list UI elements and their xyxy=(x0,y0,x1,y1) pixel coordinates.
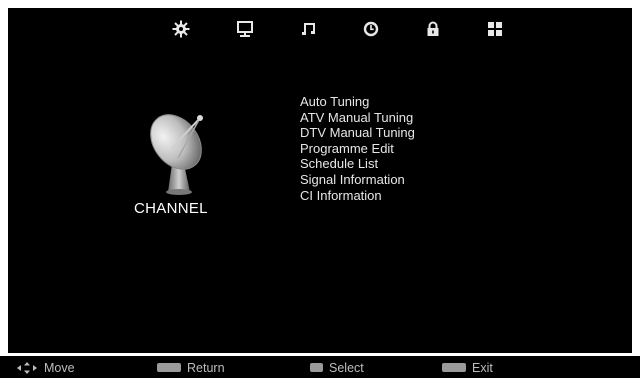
key-hint-bar: Move Return Select Exit xyxy=(0,356,640,378)
channel-menu: Auto Tuning ATV Manual Tuning DTV Manual… xyxy=(300,94,415,203)
channel-section: CHANNEL xyxy=(130,104,240,224)
exit-key-icon xyxy=(442,363,466,372)
hint-move-label: Move xyxy=(44,360,75,375)
hint-select: Select xyxy=(310,360,364,375)
menu-key-icon xyxy=(157,363,181,372)
lock-icon[interactable] xyxy=(422,18,444,40)
hint-return-label: Return xyxy=(187,360,225,375)
menu-item-schedule-list[interactable]: Schedule List xyxy=(300,156,415,172)
hint-exit-label: Exit xyxy=(472,360,493,375)
hint-move: Move xyxy=(16,360,75,375)
menu-item-ci-information[interactable]: CI Information xyxy=(300,188,415,204)
menu-item-signal-information[interactable]: Signal Information xyxy=(300,172,415,188)
clock-icon[interactable] xyxy=(360,18,382,40)
top-category-bar xyxy=(8,8,632,46)
satellite-dish-icon xyxy=(138,104,218,201)
channel-title: CHANNEL xyxy=(134,200,208,217)
apps-icon[interactable] xyxy=(484,18,506,40)
navigate-arrows-icon xyxy=(16,361,38,374)
hint-exit: Exit xyxy=(442,360,493,375)
ok-key-icon xyxy=(310,363,323,372)
picture-icon[interactable] xyxy=(234,18,256,40)
tv-menu-screen: CHANNEL Auto Tuning ATV Manual Tuning DT… xyxy=(0,0,640,378)
hint-return: Return xyxy=(157,360,225,375)
sound-icon[interactable] xyxy=(298,18,320,40)
hint-select-label: Select xyxy=(329,360,364,375)
menu-item-atv-manual-tuning[interactable]: ATV Manual Tuning xyxy=(300,110,415,126)
settings-icon[interactable] xyxy=(170,18,192,40)
menu-item-programme-edit[interactable]: Programme Edit xyxy=(300,141,415,157)
menu-item-dtv-manual-tuning[interactable]: DTV Manual Tuning xyxy=(300,125,415,141)
menu-item-auto-tuning[interactable]: Auto Tuning xyxy=(300,94,415,110)
